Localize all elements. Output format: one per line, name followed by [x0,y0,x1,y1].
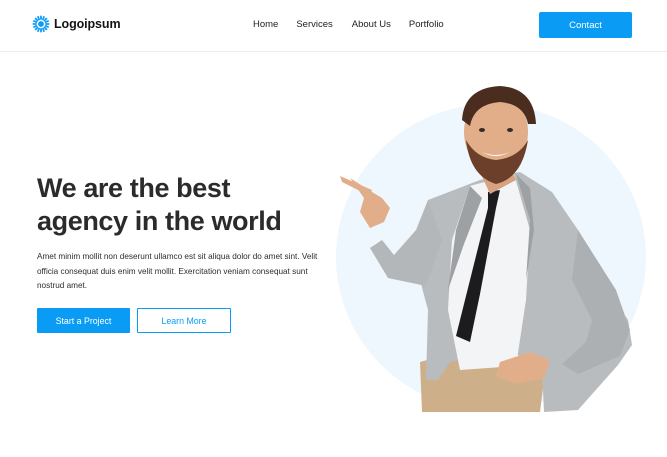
logo[interactable]: Logoipsum [32,15,121,33]
hero-headline-line-2: agency in the world [37,206,282,236]
hero-headline-line-1: We are the best [37,173,231,203]
nav-link-portfolio[interactable]: Portfolio [409,19,444,30]
nav-link-about-us[interactable]: About Us [352,19,391,30]
main-nav: Home Services About Us Portfolio [253,19,444,30]
sunburst-logo-icon [32,15,50,33]
hero-description: Amet minim mollit non deserunt ullamco e… [37,252,318,290]
start-project-button[interactable]: Start a Project [37,308,130,333]
hero-headline: We are the best agency in the world [37,172,327,238]
nav-link-home[interactable]: Home [253,19,278,30]
learn-more-button[interactable]: Learn More [137,308,231,333]
logo-text: Logoipsum [54,17,121,31]
site-header: Logoipsum Home Services About Us Portfol… [0,0,667,52]
hero-person-image [340,86,632,412]
contact-button[interactable]: Contact [539,12,632,38]
nav-link-services[interactable]: Services [296,19,332,30]
